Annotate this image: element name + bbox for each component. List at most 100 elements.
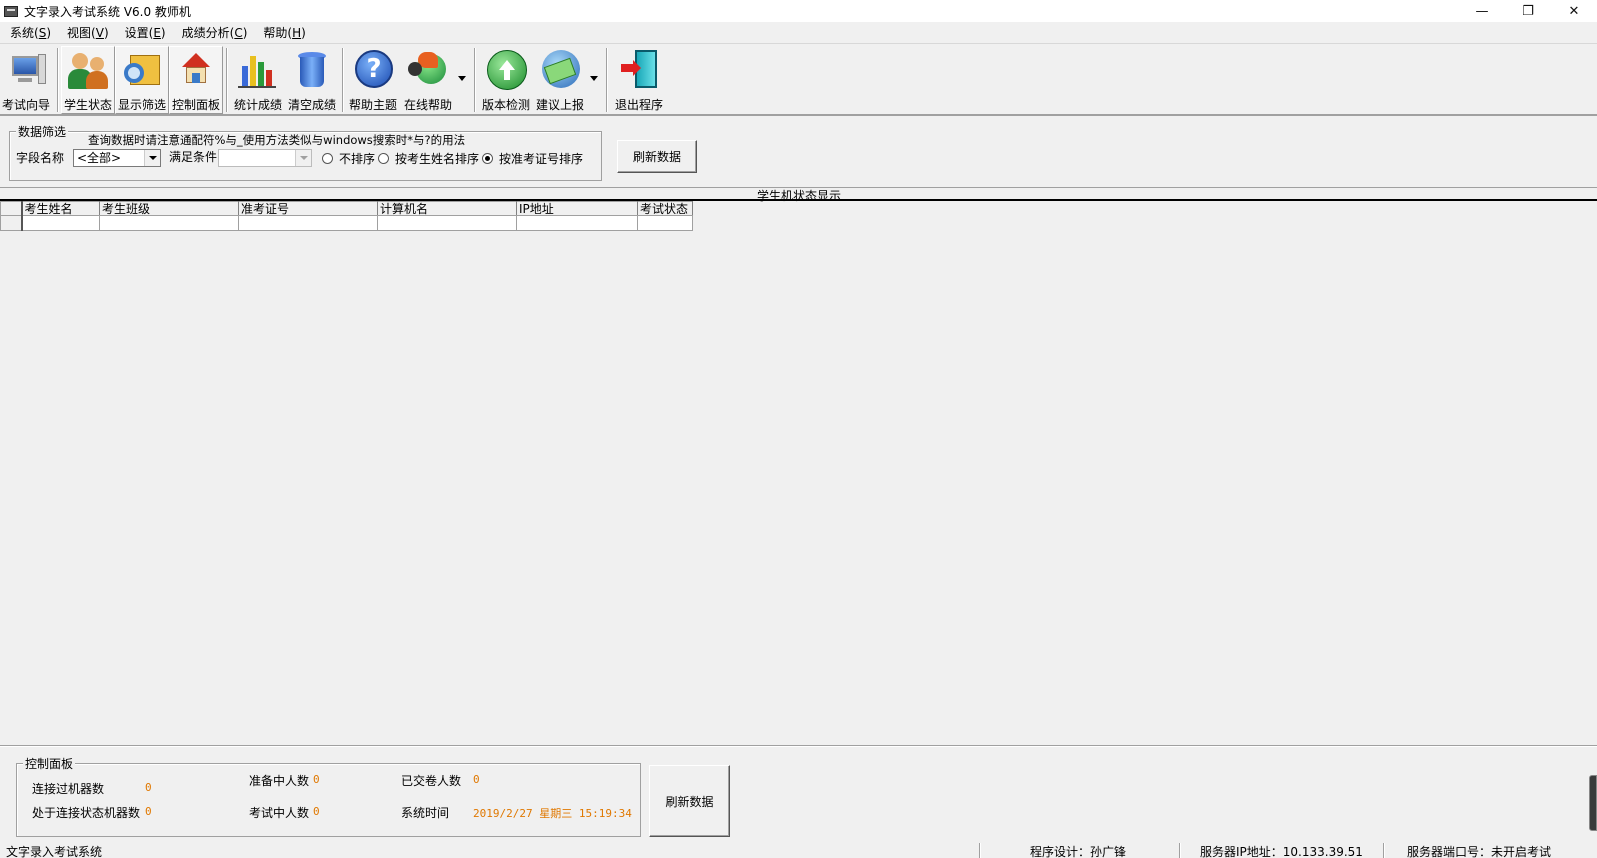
control-panel-legend: 控制面板 bbox=[23, 755, 76, 772]
toolbar: 考试向导 学生状态 显示筛选 控制面板 统计成绩 清空成绩 ? 帮助主题 在线帮… bbox=[0, 43, 1597, 116]
online-help-button[interactable]: 在线帮助 bbox=[402, 46, 454, 114]
globe-mail-icon bbox=[538, 48, 582, 92]
side-handle[interactable] bbox=[1589, 775, 1597, 831]
table-cell[interactable] bbox=[637, 215, 693, 231]
panel-separator bbox=[0, 745, 1597, 747]
window-title: 文字录入考试系统 V6.0 教师机 bbox=[24, 4, 191, 19]
table-cell[interactable] bbox=[516, 215, 638, 231]
system-time-value: 2019/2/27 星期三 15:19:34 bbox=[473, 807, 632, 820]
field-name-select[interactable]: <全部> bbox=[73, 149, 161, 167]
system-time-label: 系统时间 bbox=[401, 806, 450, 820]
sort-id-radio[interactable]: 按准考证号排序 bbox=[482, 150, 583, 167]
table-row[interactable] bbox=[0, 215, 693, 231]
window-controls: — ❐ ✕ bbox=[1459, 0, 1597, 22]
radio-dot bbox=[378, 153, 389, 164]
version-check-button[interactable]: 版本检测 bbox=[480, 46, 532, 114]
ready-label: 准备中人数 bbox=[249, 774, 310, 788]
status-bar: 文字录入考试系统 程序设计：孙广锋 服务器IP地址：10.133.39.51 服… bbox=[0, 842, 1597, 858]
corner-cell[interactable] bbox=[0, 201, 23, 216]
status-app-name: 文字录入考试系统 bbox=[6, 845, 103, 858]
update-globe-icon bbox=[484, 48, 528, 92]
help-topics-button[interactable]: ? 帮助主题 bbox=[346, 46, 400, 114]
title-bar: 文字录入考试系统 V6.0 教师机 — ❐ ✕ bbox=[0, 0, 1597, 22]
filter-search-icon bbox=[120, 49, 164, 92]
row-header[interactable] bbox=[0, 215, 23, 231]
filter-hint: 查询数据时请注意通配符%与_使用方法类似与windows搜索时*与?的用法 bbox=[88, 133, 466, 147]
connecting-label: 处于连接状态机器数 bbox=[32, 806, 141, 820]
status-separator bbox=[1179, 843, 1181, 858]
status-server-port: 服务器端口号：未开启考试 bbox=[1407, 845, 1552, 858]
menu-help[interactable]: 帮助(H) bbox=[257, 24, 315, 41]
menu-bar: 系统(S) 视图(V) 设置(E) 成绩分析(C) 帮助(H) bbox=[0, 22, 1597, 42]
menu-view[interactable]: 视图(V) bbox=[61, 24, 119, 41]
toolbar-separator bbox=[474, 48, 476, 112]
status-separator bbox=[1383, 843, 1385, 858]
menu-system[interactable]: 系统(S) bbox=[4, 24, 61, 41]
exit-door-icon bbox=[617, 48, 661, 92]
testing-label: 考试中人数 bbox=[249, 806, 310, 820]
students-icon bbox=[66, 49, 110, 92]
exam-wizard-button[interactable]: 考试向导 bbox=[0, 46, 52, 114]
table-cell[interactable] bbox=[377, 215, 517, 231]
submitted-label: 已交卷人数 bbox=[401, 774, 462, 788]
status-separator bbox=[979, 843, 981, 858]
column-header[interactable]: 考试状态 bbox=[637, 201, 693, 216]
suggestion-button[interactable]: 建议上报 bbox=[534, 46, 586, 114]
data-filter-legend: 数据筛选 bbox=[16, 123, 69, 140]
restore-button[interactable]: ❐ bbox=[1505, 0, 1551, 22]
table-cell[interactable] bbox=[99, 215, 239, 231]
student-status-grid: 考生姓名 考生班级 准考证号 计算机名 IP地址 考试状态 bbox=[0, 201, 693, 231]
toolbar-separator bbox=[342, 48, 344, 112]
sort-none-radio[interactable]: 不排序 bbox=[322, 150, 375, 167]
connected-label: 连接过机器数 bbox=[32, 782, 105, 796]
submitted-value: 0 bbox=[473, 773, 480, 786]
column-header[interactable]: 准考证号 bbox=[238, 201, 378, 216]
column-header[interactable]: 考生班级 bbox=[99, 201, 239, 216]
panel-refresh-button[interactable]: 刷新数据 bbox=[649, 765, 730, 837]
toolbar-separator bbox=[57, 48, 59, 112]
radio-dot bbox=[322, 153, 333, 164]
menu-score-analysis[interactable]: 成绩分析(C) bbox=[176, 24, 258, 41]
column-header[interactable]: IP地址 bbox=[516, 201, 638, 216]
connecting-value: 0 bbox=[145, 805, 152, 818]
clear-scores-button[interactable]: 清空成绩 bbox=[286, 46, 338, 114]
toolbar-separator bbox=[606, 48, 608, 112]
column-header[interactable]: 考生姓名 bbox=[21, 201, 100, 216]
trash-icon bbox=[290, 48, 334, 92]
table-cell[interactable] bbox=[21, 215, 100, 231]
grid-header-row: 考生姓名 考生班级 准考证号 计算机名 IP地址 考试状态 bbox=[0, 201, 693, 216]
computer-icon bbox=[4, 48, 48, 92]
grid-title: 学生机状态显示 bbox=[757, 189, 842, 203]
filter-refresh-button[interactable]: 刷新数据 bbox=[617, 140, 697, 173]
online-help-dropdown-icon[interactable] bbox=[458, 76, 466, 81]
menu-settings[interactable]: 设置(E) bbox=[119, 24, 176, 41]
control-panel-button[interactable]: 控制面板 bbox=[169, 46, 223, 114]
testing-value: 0 bbox=[313, 805, 320, 818]
sort-name-radio[interactable]: 按考生姓名排序 bbox=[378, 150, 479, 167]
home-icon bbox=[174, 49, 218, 92]
stat-scores-button[interactable]: 统计成绩 bbox=[232, 46, 284, 114]
suggestion-dropdown-icon[interactable] bbox=[590, 76, 598, 81]
bar-chart-icon bbox=[236, 48, 280, 92]
chevron-down-icon[interactable] bbox=[144, 150, 160, 166]
close-button[interactable]: ✕ bbox=[1551, 0, 1597, 22]
show-filter-button[interactable]: 显示筛选 bbox=[115, 46, 169, 114]
condition-select[interactable] bbox=[218, 149, 312, 167]
filter-area: 数据筛选 查询数据时请注意通配符%与_使用方法类似与windows搜索时*与?的… bbox=[0, 118, 1597, 186]
status-designer: 程序设计：孙广锋 bbox=[1030, 845, 1127, 858]
minimize-button[interactable]: — bbox=[1459, 0, 1505, 22]
control-panel-group bbox=[16, 763, 641, 837]
connected-value: 0 bbox=[145, 781, 152, 794]
exit-button[interactable]: 退出程序 bbox=[612, 46, 666, 114]
student-status-button[interactable]: 学生状态 bbox=[61, 46, 115, 114]
status-server-ip: 服务器IP地址：10.133.39.51 bbox=[1200, 845, 1363, 858]
field-name-label: 字段名称 bbox=[16, 151, 65, 165]
app-icon[interactable] bbox=[4, 5, 18, 17]
column-header[interactable]: 计算机名 bbox=[377, 201, 517, 216]
table-cell[interactable] bbox=[238, 215, 378, 231]
condition-label: 满足条件 bbox=[169, 150, 218, 164]
toolbar-separator bbox=[226, 48, 228, 112]
chevron-down-icon[interactable] bbox=[295, 150, 311, 166]
question-icon: ? bbox=[351, 48, 395, 92]
ready-value: 0 bbox=[313, 773, 320, 786]
